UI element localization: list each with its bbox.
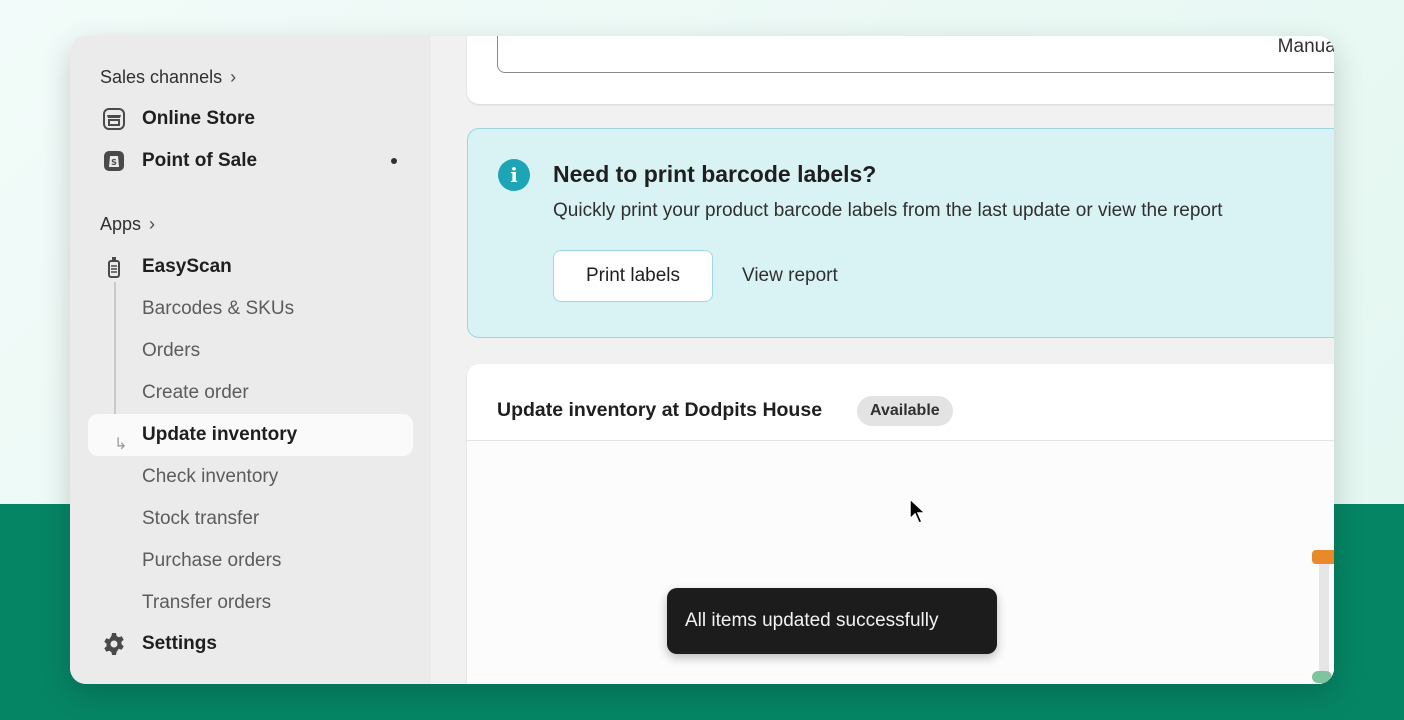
- toast-message: All items updated successfully: [685, 610, 939, 631]
- illustration-part: [1312, 550, 1334, 564]
- sidebar-item-label: Transfer orders: [142, 592, 272, 613]
- card-title: Update inventory at Dodpits House: [497, 399, 823, 421]
- sidebar-item-check-inventory[interactable]: Check inventory: [88, 456, 413, 498]
- svg-text:S: S: [111, 158, 117, 167]
- sidebar-item-label: Settings: [142, 633, 217, 654]
- illustration-part: [1312, 671, 1332, 683]
- notification-dot: [391, 158, 397, 164]
- sales-channels-label: Sales channels: [100, 67, 223, 87]
- sidebar-item-label: Create order: [142, 382, 249, 403]
- sidebar-item-update-inventory[interactable]: Update inventory: [88, 414, 413, 456]
- gear-icon: [104, 633, 124, 655]
- adjustment-card: Manual: [467, 36, 1334, 104]
- sidebar-item-label: Stock transfer: [142, 508, 260, 529]
- view-report-link[interactable]: View report: [742, 265, 838, 287]
- select-value: Manual: [1277, 36, 1334, 57]
- sidebar-item-purchase-orders[interactable]: Purchase orders: [88, 540, 413, 582]
- sidebar-item-online-store[interactable]: Online Store: [88, 98, 413, 140]
- chevron-right-icon: ›: [230, 67, 237, 87]
- sidebar: Sales channels › Online Store S Point of…: [70, 36, 431, 684]
- sidebar-item-label: Update inventory: [142, 424, 298, 445]
- app-window: Sales channels › Online Store S Point of…: [70, 36, 1334, 684]
- apps-header[interactable]: Apps ›: [100, 214, 155, 235]
- banner-text: Quickly print your product barcode label…: [553, 200, 1223, 221]
- sidebar-item-label: Barcodes & SKUs: [142, 298, 295, 319]
- sidebar-item-barcodes-skus[interactable]: Barcodes & SKUs: [88, 288, 413, 330]
- success-toast: All items updated successfully: [667, 588, 997, 654]
- chevron-right-icon: ›: [149, 214, 156, 234]
- sidebar-item-label: Point of Sale: [142, 150, 258, 171]
- barcode-scanner-icon: [108, 257, 120, 278]
- sidebar-item-label: Online Store: [142, 108, 255, 129]
- info-icon: i: [498, 159, 530, 191]
- sidebar-item-label: Check inventory: [142, 466, 279, 487]
- sidebar-item-point-of-sale[interactable]: S Point of Sale: [88, 140, 413, 182]
- pos-bag-icon: S: [104, 151, 124, 171]
- sales-channels-header[interactable]: Sales channels ›: [100, 67, 236, 88]
- status-badge: Available: [857, 396, 953, 426]
- sidebar-item-easyscan[interactable]: EasyScan: [88, 246, 413, 288]
- illustration-part: [1319, 564, 1329, 674]
- sidebar-item-create-order[interactable]: Create order: [88, 372, 413, 414]
- adjustment-type-select[interactable]: Manual: [497, 36, 1334, 73]
- print-labels-banner: i Need to print barcode labels? Quickly …: [467, 128, 1334, 338]
- sidebar-item-label: EasyScan: [142, 256, 232, 277]
- sidebar-item-orders[interactable]: Orders: [88, 330, 413, 372]
- sidebar-item-transfer-orders[interactable]: Transfer orders: [88, 582, 413, 624]
- store-icon: [103, 108, 125, 130]
- banner-title: Need to print barcode labels?: [553, 161, 877, 187]
- tree-arrow-icon: ↳: [114, 436, 128, 453]
- sidebar-item-settings[interactable]: Settings: [88, 623, 413, 665]
- sidebar-item-stock-transfer[interactable]: Stock transfer: [88, 498, 413, 540]
- apps-label: Apps: [100, 214, 142, 234]
- sidebar-item-label: Purchase orders: [142, 550, 282, 571]
- mouse-pointer-icon: [909, 498, 927, 524]
- print-labels-button[interactable]: Print labels: [553, 250, 713, 302]
- sidebar-item-label: Orders: [142, 340, 201, 361]
- main-content: Manual i Need to print barcode labels? Q…: [431, 36, 1334, 684]
